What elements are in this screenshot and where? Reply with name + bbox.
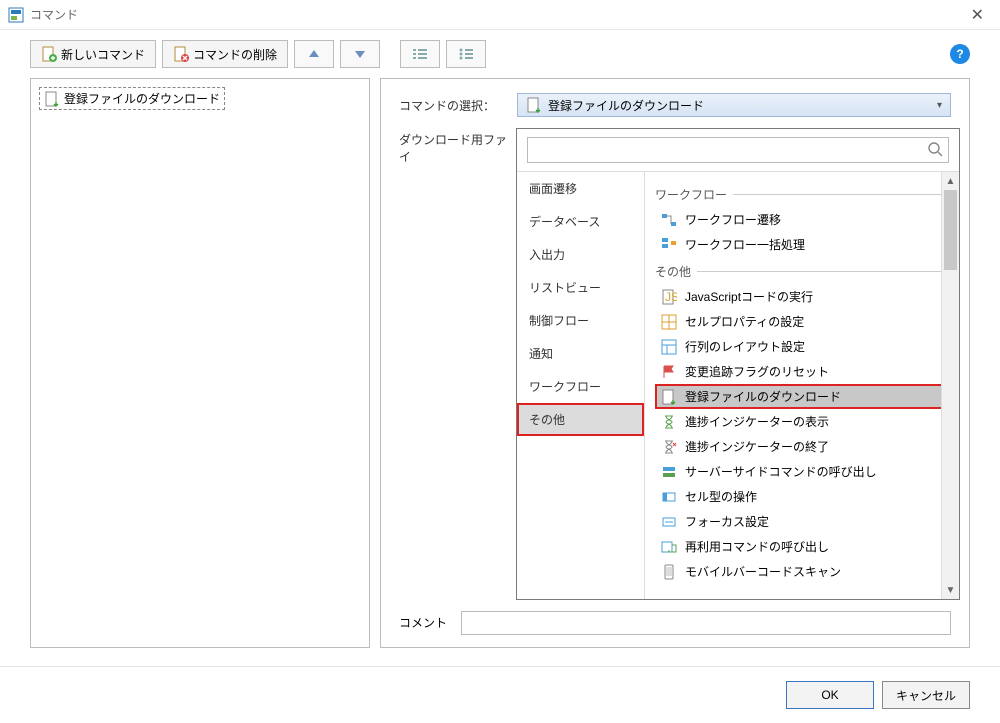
- flag-icon: [661, 364, 677, 380]
- search-input[interactable]: [527, 137, 949, 163]
- scrollbar[interactable]: ▲ ▼: [941, 172, 959, 599]
- cmd-reuse[interactable]: 再利用コマンドの呼び出し: [655, 534, 955, 559]
- new-icon: [41, 46, 57, 62]
- cmd-layout-setting[interactable]: 行列のレイアウト設定: [655, 334, 955, 359]
- cmd-javascript[interactable]: JSJavaScriptコードの実行: [655, 284, 955, 309]
- help-button[interactable]: ?: [950, 44, 970, 64]
- delete-command-button[interactable]: コマンドの削除: [162, 40, 288, 68]
- js-icon: JS: [661, 289, 677, 305]
- cmd-end-progress[interactable]: 進捗インジケーターの終了: [655, 434, 955, 459]
- delete-icon: [173, 46, 189, 62]
- hourglass-end-icon: [661, 439, 677, 455]
- file-download-icon: [526, 97, 542, 113]
- list-bullet-button[interactable]: [446, 40, 486, 68]
- cancel-button[interactable]: キャンセル: [882, 681, 970, 709]
- scroll-thumb[interactable]: [944, 190, 957, 270]
- category-control-flow[interactable]: 制御フロー: [517, 304, 644, 337]
- layout-icon: [661, 339, 677, 355]
- arrow-up-icon: [308, 49, 320, 59]
- workflow-icon: [661, 212, 677, 228]
- cmd-cell-property[interactable]: セルプロパティの設定: [655, 309, 955, 334]
- select-command-label: コマンドの選択：: [399, 97, 509, 114]
- list-bullet-icon: [458, 47, 474, 61]
- category-workflow[interactable]: ワークフロー: [517, 370, 644, 403]
- focus-icon: [661, 514, 677, 530]
- new-command-label: 新しいコマンド: [61, 46, 145, 63]
- category-screen-transition[interactable]: 画面遷移: [517, 172, 644, 205]
- group-other: その他: [655, 257, 955, 284]
- grid-icon: [661, 314, 677, 330]
- svg-text:JS: JS: [665, 290, 677, 304]
- category-notification[interactable]: 通知: [517, 337, 644, 370]
- reuse-icon: [661, 539, 677, 555]
- cmd-show-progress[interactable]: 進捗インジケーターの表示: [655, 409, 955, 434]
- command-select-value: 登録ファイルのダウンロード: [548, 97, 704, 114]
- cmd-cell-type[interactable]: セル型の操作: [655, 484, 955, 509]
- app-icon: [8, 7, 24, 23]
- cmd-focus[interactable]: フォーカス設定: [655, 509, 955, 534]
- tree-item-label: 登録ファイルのダウンロード: [64, 90, 220, 107]
- category-io[interactable]: 入出力: [517, 238, 644, 271]
- delete-command-label: コマンドの削除: [193, 46, 277, 63]
- new-command-button[interactable]: 新しいコマンド: [30, 40, 156, 68]
- comment-input[interactable]: [461, 611, 951, 635]
- group-workflow: ワークフロー: [655, 180, 955, 207]
- search-icon: [927, 141, 943, 157]
- category-other[interactable]: その他: [517, 403, 644, 436]
- cmd-workflow-batch[interactable]: ワークフロー一括処理: [655, 232, 955, 257]
- cmd-server-side[interactable]: サーバーサイドコマンドの呼び出し: [655, 459, 955, 484]
- close-button[interactable]: ✕: [963, 1, 992, 29]
- command-list: ワークフロー ワークフロー遷移 ワークフロー一括処理 その他 JSJavaScr…: [645, 172, 959, 599]
- command-dropdown: 画面遷移 データベース 入出力 リストビュー 制御フロー 通知 ワークフロー そ…: [516, 128, 960, 600]
- cmd-barcode[interactable]: モバイルバーコードスキャン: [655, 559, 955, 584]
- titlebar: コマンド ✕: [0, 0, 1000, 30]
- download-file-label: ダウンロード用ファイ: [399, 131, 509, 165]
- command-select[interactable]: 登録ファイルのダウンロード ▾: [517, 93, 951, 117]
- move-down-button[interactable]: [340, 40, 380, 68]
- file-download-icon: [661, 389, 677, 405]
- hourglass-icon: [661, 414, 677, 430]
- phone-icon: [661, 564, 677, 580]
- scroll-up-icon[interactable]: ▲: [942, 172, 959, 190]
- list-indent-button[interactable]: [400, 40, 440, 68]
- workflow-batch-icon: [661, 237, 677, 253]
- ok-button[interactable]: OK: [786, 681, 874, 709]
- server-icon: [661, 464, 677, 480]
- cmd-workflow-transition[interactable]: ワークフロー遷移: [655, 207, 955, 232]
- comment-label: コメント: [399, 614, 447, 631]
- dialog-footer: OK キャンセル: [0, 666, 1000, 723]
- category-listview[interactable]: リストビュー: [517, 271, 644, 304]
- window-title: コマンド: [30, 6, 78, 23]
- cmd-reset-tracking[interactable]: 変更追跡フラグのリセット: [655, 359, 955, 384]
- tree-item[interactable]: 登録ファイルのダウンロード: [39, 87, 225, 110]
- command-tree-panel: 登録ファイルのダウンロード: [30, 78, 370, 648]
- scroll-down-icon[interactable]: ▼: [942, 581, 959, 599]
- cell-icon: [661, 489, 677, 505]
- cmd-download-file[interactable]: 登録ファイルのダウンロード: [655, 384, 955, 409]
- chevron-down-icon: ▾: [937, 100, 942, 111]
- category-list: 画面遷移 データベース 入出力 リストビュー 制御フロー 通知 ワークフロー そ…: [517, 172, 645, 599]
- toolbar: 新しいコマンド コマンドの削除 ?: [0, 30, 1000, 78]
- list-indent-icon: [412, 47, 428, 61]
- arrow-down-icon: [354, 49, 366, 59]
- move-up-button[interactable]: [294, 40, 334, 68]
- file-download-icon: [44, 91, 60, 107]
- category-database[interactable]: データベース: [517, 205, 644, 238]
